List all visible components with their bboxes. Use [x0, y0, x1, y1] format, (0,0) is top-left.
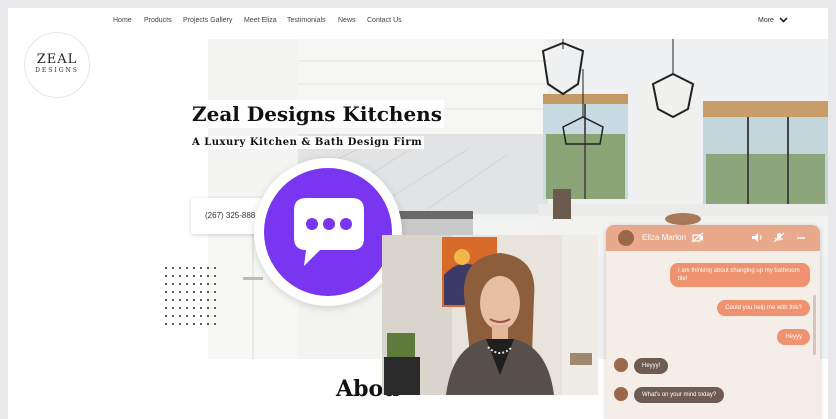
agent-message-avatar [614, 358, 628, 372]
chat-message-user: Heyyy [777, 329, 810, 345]
nav-products[interactable]: Products [144, 17, 172, 24]
hero-title: Zeal Designs Kitchens [190, 100, 444, 128]
chevron-down-icon [779, 17, 788, 23]
video-off-icon[interactable] [692, 232, 704, 243]
phone-number: (267) 325-888 [205, 211, 256, 220]
agent-message-avatar [614, 387, 628, 401]
nav-home[interactable]: Home [113, 17, 132, 24]
site-logo[interactable]: ZEAL DESIGNS [24, 32, 90, 98]
nav-more-label: More [758, 17, 774, 24]
nav-contact-us[interactable]: Contact Us [367, 17, 402, 24]
chat-message-user: I am thinking about changing up my bathr… [670, 263, 810, 287]
nav-meet-eliza[interactable]: Meet Eliza [244, 17, 277, 24]
mic-off-icon[interactable] [773, 232, 785, 243]
hero-subtitle: A Luxury Kitchen & Bath Design Firm [190, 136, 425, 149]
chat-message-agent: What's on your mind today? [634, 387, 725, 403]
nav-projects-gallery[interactable]: Projects Gallery [183, 17, 232, 24]
logo-line2: DESIGNS [35, 67, 79, 74]
nav-more-menu[interactable]: More [758, 17, 788, 24]
presenter-video[interactable] [382, 235, 598, 395]
chat-message-agent: Heyyy! [634, 358, 669, 374]
speaker-icon[interactable] [751, 232, 763, 243]
chat-header: Eliza Marlon [606, 225, 820, 251]
chat-bubble-icon [294, 198, 364, 266]
logo-line1: ZEAL [36, 52, 78, 67]
chat-widget: Eliza Marlon I am thinking about changin… [606, 225, 820, 419]
chat-launcher-button[interactable] [254, 158, 402, 306]
nav-news[interactable]: News [338, 17, 356, 24]
nav-testimonials[interactable]: Testimonials [287, 17, 326, 24]
chat-scrollbar[interactable] [813, 295, 816, 355]
minimize-icon[interactable] [796, 232, 806, 243]
page-frame: Home Products Projects Gallery Meet Eliz… [8, 8, 828, 419]
top-nav: Home Products Projects Gallery Meet Eliz… [8, 8, 828, 32]
agent-avatar [618, 230, 634, 246]
dot-pattern-decoration [165, 267, 216, 325]
agent-name: Eliza Marlon [642, 233, 687, 242]
chat-message-user: Could you help me with this? [717, 300, 810, 316]
